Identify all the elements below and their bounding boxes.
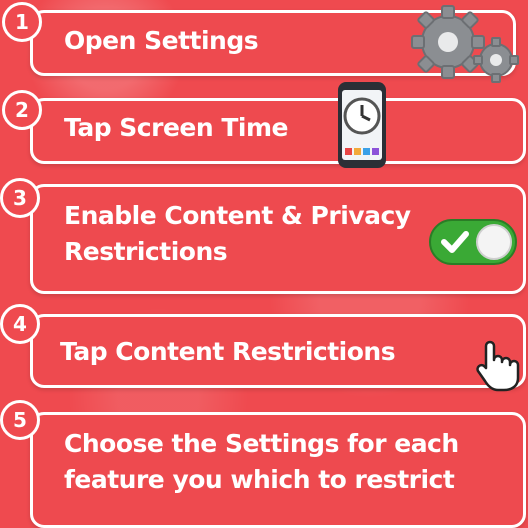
gears-icon (411, 5, 519, 83)
step-2: 2 Tap Screen Time (0, 82, 528, 170)
pointer-hand-icon (476, 340, 520, 392)
step-label: Open Settings (64, 26, 259, 55)
toggle-on-icon[interactable] (428, 216, 520, 268)
step-number: 3 (0, 178, 40, 218)
step-number: 5 (0, 400, 40, 440)
step-number: 4 (0, 304, 40, 344)
step-label: Tap Content Restrictions (60, 337, 396, 366)
step-4: 4 Tap Content Restrictions (0, 296, 528, 396)
step-number: 1 (2, 2, 42, 42)
step-label: Tap Screen Time (64, 113, 289, 142)
step-3: 3 Enable Content & Privacy Restrictions (0, 172, 528, 294)
step-label: Enable Content & Privacy Restrictions (64, 201, 411, 266)
step-1: 1 Open Settings (0, 0, 528, 83)
step-number: 2 (2, 90, 42, 130)
step-label: Choose the Settings for each feature you… (64, 429, 459, 494)
phone-clock-icon (338, 82, 386, 168)
step-5: 5 Choose the Settings for each feature y… (0, 398, 528, 528)
